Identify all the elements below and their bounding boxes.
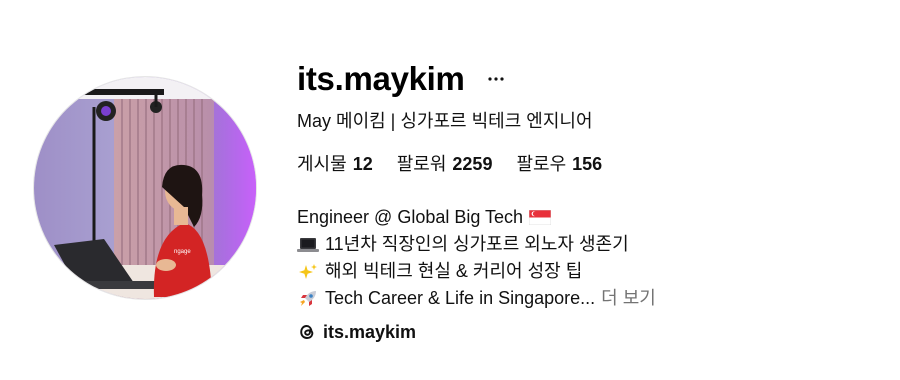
sparkles-icon bbox=[297, 263, 319, 281]
more-options-button[interactable] bbox=[481, 64, 511, 94]
singapore-flag-icon bbox=[529, 209, 552, 227]
bio-line-text: 11년차 직장인의 싱가포르 외노자 생존기 bbox=[325, 234, 629, 254]
following-count: 156 bbox=[572, 154, 603, 174]
posts-count: 12 bbox=[352, 154, 373, 174]
profile-info: its.maykim May 메이킴 | 싱가포르 빅테크 엔지니어 게시물 12… bbox=[297, 56, 877, 346]
rocket-icon bbox=[297, 290, 319, 308]
bio-line: 해외 빅테크 현실 & 커리어 성장 팁 bbox=[297, 258, 877, 285]
profile-header: ngage its.maykim May 메이킴 | 싱가포르 빅테크 엔지니어… bbox=[0, 0, 900, 380]
username[interactable]: its.maykim bbox=[297, 60, 465, 98]
svg-text:ngage: ngage bbox=[174, 249, 191, 255]
bio-line: Engineer @ Global Big Tech bbox=[297, 204, 877, 231]
following-label: 팔로우 bbox=[516, 154, 567, 174]
laptop-icon bbox=[297, 236, 319, 254]
bio-line-text: Engineer @ Global Big Tech bbox=[297, 207, 524, 227]
ellipsis-icon bbox=[487, 77, 504, 81]
full-name: May 메이킴 | 싱가포르 빅테크 엔지니어 bbox=[297, 111, 593, 131]
threads-link[interactable]: its.maykim bbox=[297, 318, 877, 346]
username-row: its.maykim bbox=[297, 56, 877, 102]
posts-stat: 게시물 12 bbox=[297, 150, 373, 178]
avatar[interactable]: ngage bbox=[33, 76, 257, 300]
bio-line-text: 해외 빅테크 현실 & 커리어 성장 팁 bbox=[325, 261, 583, 281]
posts-label: 게시물 bbox=[297, 154, 347, 174]
following-stat[interactable]: 팔로우 156 bbox=[516, 150, 602, 178]
bio-line-text: Tech Career & Life in Singapore... bbox=[325, 288, 596, 308]
bio-line: Tech Career & Life in Singapore... 더 보기 bbox=[297, 285, 877, 312]
followers-label: 팔로워 bbox=[396, 154, 447, 174]
bio: Engineer @ Global Big Tech 11년차 직장인의 싱가포… bbox=[297, 204, 877, 312]
followers-stat[interactable]: 팔로워 2259 bbox=[397, 150, 493, 178]
bio-line: 11년차 직장인의 싱가포르 외노자 생존기 bbox=[297, 231, 877, 258]
profile-photo: ngage bbox=[34, 77, 256, 299]
threads-icon bbox=[297, 322, 317, 342]
profile-stats: 게시물 12 팔로워 2259 팔로우 156 bbox=[297, 150, 877, 178]
followers-count: 2259 bbox=[452, 154, 493, 174]
threads-handle: its.maykim bbox=[323, 321, 417, 342]
see-more-link[interactable]: 더 보기 bbox=[601, 285, 656, 312]
